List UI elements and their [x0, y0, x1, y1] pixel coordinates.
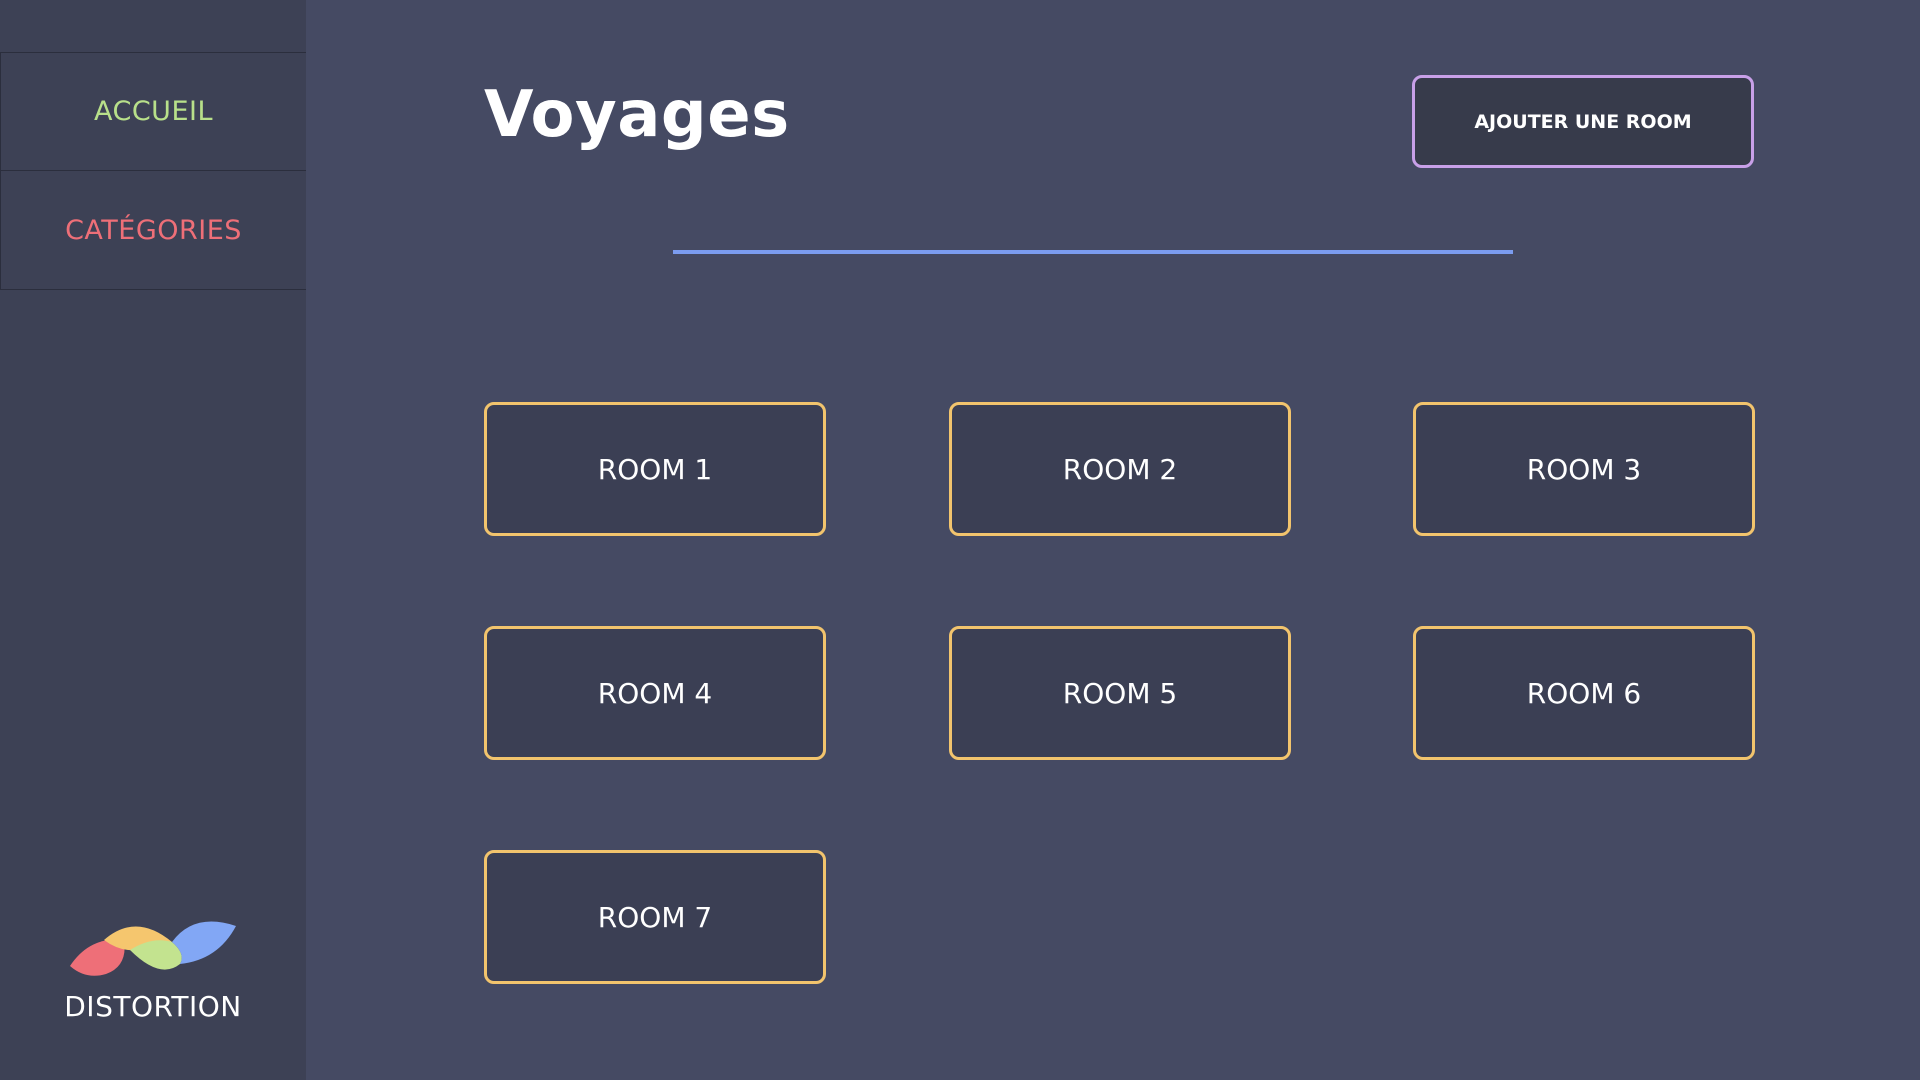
- room-card-4[interactable]: ROOM 4: [484, 626, 826, 760]
- add-room-button[interactable]: AJOUTER UNE ROOM: [1412, 75, 1754, 168]
- logo: DISTORTION: [0, 908, 306, 1023]
- room-card-3[interactable]: ROOM 3: [1413, 402, 1755, 536]
- sidebar-item-categories[interactable]: CATÉGORIES: [0, 171, 306, 290]
- sidebar-item-accueil[interactable]: ACCUEIL: [0, 52, 306, 171]
- app-window: ACCUEIL CATÉGORIES DISTORTION Voyages AJ…: [0, 0, 1920, 1080]
- sidebar-item-label: ACCUEIL: [93, 96, 214, 127]
- room-card-5[interactable]: ROOM 5: [949, 626, 1291, 760]
- sidebar: ACCUEIL CATÉGORIES DISTORTION: [0, 0, 306, 1080]
- room-card-7[interactable]: ROOM 7: [484, 850, 826, 984]
- room-card-1[interactable]: ROOM 1: [484, 402, 826, 536]
- title-divider: [673, 250, 1513, 254]
- distortion-logo-icon: [70, 921, 236, 976]
- logo-text: DISTORTION: [64, 990, 242, 1023]
- page-title: Voyages: [484, 78, 790, 152]
- room-card-6[interactable]: ROOM 6: [1413, 626, 1755, 760]
- sidebar-item-label: CATÉGORIES: [65, 214, 242, 246]
- room-card-2[interactable]: ROOM 2: [949, 402, 1291, 536]
